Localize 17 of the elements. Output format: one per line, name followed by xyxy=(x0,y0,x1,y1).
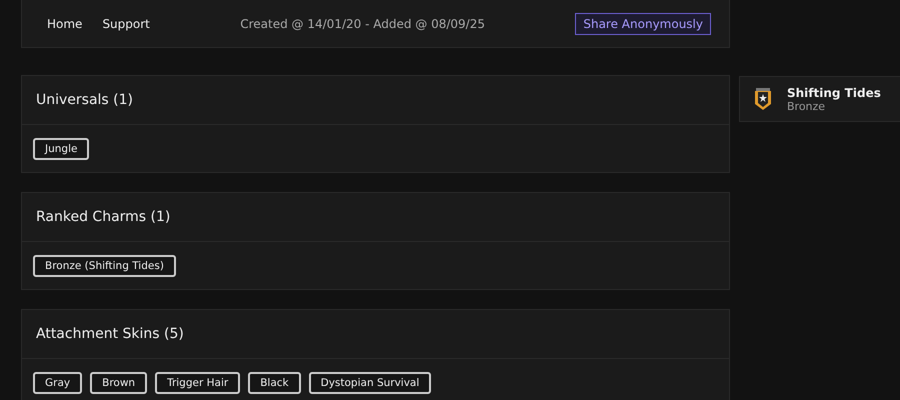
tier-label: Bronze xyxy=(787,100,826,112)
tag: Dystopian Survival xyxy=(308,372,432,394)
section-title: Universals (1) xyxy=(36,92,134,108)
share-button[interactable]: Share Anonymously xyxy=(575,12,711,34)
nav-link[interactable]: Home xyxy=(47,16,82,30)
tag: Black xyxy=(248,372,301,394)
tag: Trigger Hair xyxy=(155,372,240,394)
tag: Bronze (Shifting Tides) xyxy=(33,254,176,276)
shield-badge-icon xyxy=(753,86,773,112)
dates-text: Created @ 14/01/20 - Added @ 08/09/25 xyxy=(239,16,486,30)
tag: Gray xyxy=(33,372,82,394)
tag: Jungle xyxy=(33,138,90,160)
tag: Brown xyxy=(90,372,148,394)
section-title: Attachment Skins (5) xyxy=(36,326,184,342)
section-title: Ranked Charms (1) xyxy=(36,209,170,225)
nav-link[interactable]: Support xyxy=(102,16,150,30)
rank-name: Shifting Tides xyxy=(787,86,881,100)
